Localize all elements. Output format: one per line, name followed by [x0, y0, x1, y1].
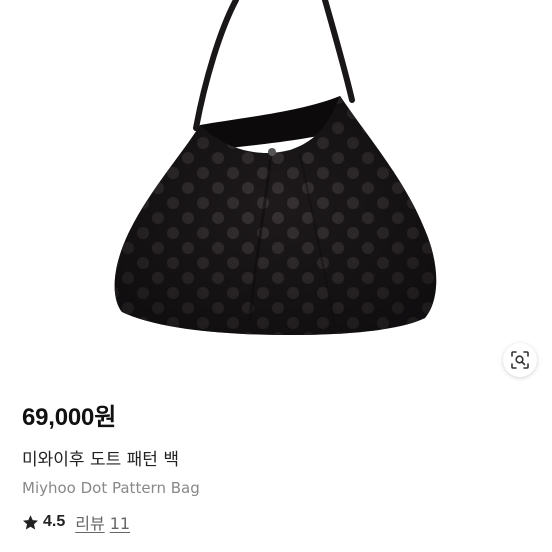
rating-row: 4.5 리뷰 11	[22, 511, 530, 533]
visual-search-button[interactable]	[503, 343, 537, 377]
bag-illustration	[114, 0, 437, 335]
rating-value: 4.5	[43, 513, 66, 530]
review-label: 리뷰	[75, 514, 105, 533]
review-count: 11	[109, 514, 131, 533]
review-link[interactable]: 리뷰 11	[75, 510, 130, 534]
product-title-english: Miyhoo Dot Pattern Bag	[22, 479, 200, 497]
product-image[interactable]	[0, 0, 552, 390]
product-title-korean: 미와이후 도트 패턴 백	[22, 450, 179, 470]
star-icon	[23, 514, 38, 529]
product-price: 69,000원	[22, 404, 117, 431]
visual-search-icon	[511, 351, 529, 369]
product-info: 69,000원 미와이후 도트 패턴 백 Miyhoo Dot Pattern …	[22, 400, 530, 533]
